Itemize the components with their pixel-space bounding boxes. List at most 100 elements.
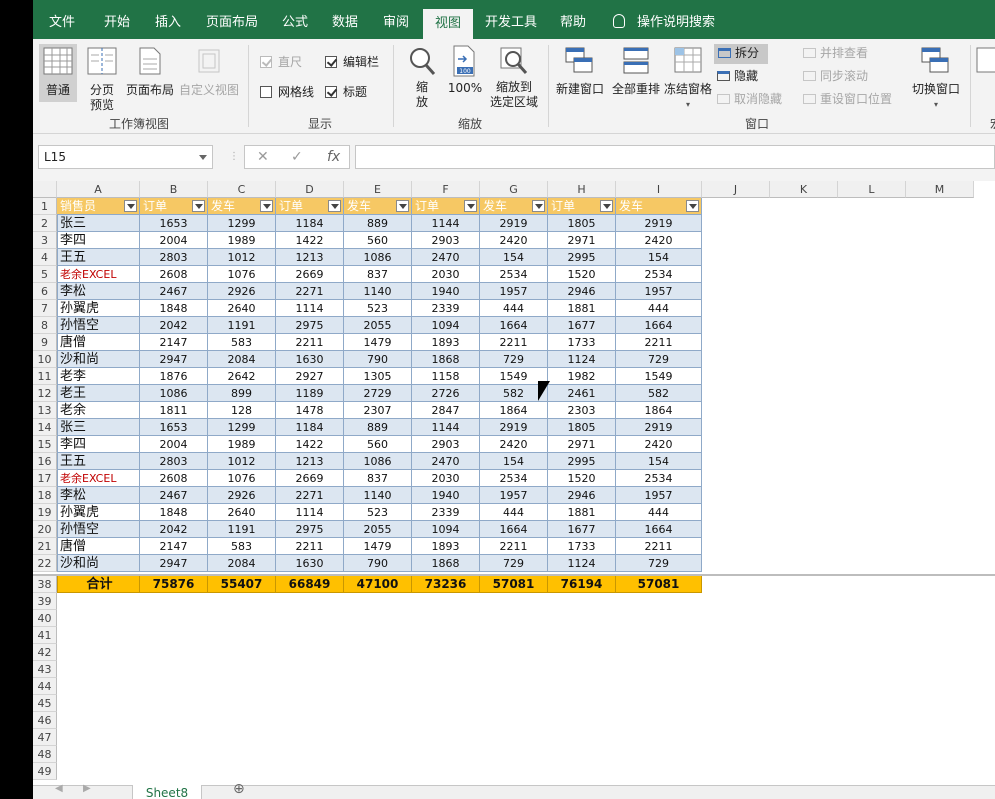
value-cell[interactable]: 444 — [480, 300, 548, 317]
value-cell[interactable]: 729 — [616, 351, 702, 368]
arrange-all-button[interactable]: 全部重排 — [609, 44, 663, 97]
worksheet-grid[interactable]: A B C D E F G H I J K L M 1 销售员 订单 发车 订单 发车 订单 发车 订单 发车 2 张三 1653… — [33, 181, 995, 785]
formula-bar-checkbox[interactable]: 编辑栏 — [325, 53, 379, 70]
value-cell[interactable]: 2211 — [480, 334, 548, 351]
value-cell[interactable]: 2946 — [548, 283, 616, 300]
row-header[interactable]: 14 — [33, 419, 57, 436]
value-cell[interactable]: 2975 — [276, 521, 344, 538]
value-cell[interactable]: 2803 — [140, 453, 208, 470]
value-cell[interactable]: 1876 — [140, 368, 208, 385]
row-header[interactable]: 3 — [33, 232, 57, 249]
value-cell[interactable]: 889 — [344, 215, 412, 232]
salesperson-cell[interactable]: 老余EXCEL — [57, 266, 140, 283]
value-cell[interactable]: 1479 — [344, 538, 412, 555]
value-cell[interactable]: 2608 — [140, 470, 208, 487]
row-header[interactable]: 43 — [33, 661, 57, 678]
value-cell[interactable]: 1012 — [208, 249, 276, 266]
value-cell[interactable]: 2211 — [480, 538, 548, 555]
select-all-corner[interactable] — [33, 181, 57, 198]
value-cell[interactable]: 2420 — [616, 436, 702, 453]
row-header[interactable]: 16 — [33, 453, 57, 470]
value-cell[interactable]: 899 — [208, 385, 276, 402]
value-cell[interactable]: 154 — [480, 249, 548, 266]
value-cell[interactable]: 1124 — [548, 351, 616, 368]
value-cell[interactable]: 2640 — [208, 504, 276, 521]
value-cell[interactable]: 2803 — [140, 249, 208, 266]
value-cell[interactable]: 729 — [616, 555, 702, 572]
value-cell[interactable]: 2729 — [344, 385, 412, 402]
table-header-cell[interactable]: 发车 — [208, 198, 276, 215]
filter-dropdown-icon[interactable] — [600, 200, 613, 212]
tab-page-layout[interactable]: 页面布局 — [206, 0, 258, 39]
value-cell[interactable]: 1957 — [616, 283, 702, 300]
value-cell[interactable]: 1940 — [412, 487, 480, 504]
tab-developer[interactable]: 开发工具 — [485, 0, 537, 39]
value-cell[interactable]: 1989 — [208, 436, 276, 453]
gridlines-checkbox[interactable]: 网格线 — [260, 83, 314, 100]
value-cell[interactable]: 837 — [344, 266, 412, 283]
salesperson-cell[interactable]: 张三 — [57, 215, 140, 232]
salesperson-cell[interactable]: 老余EXCEL — [57, 470, 140, 487]
value-cell[interactable]: 1076 — [208, 470, 276, 487]
value-cell[interactable]: 1848 — [140, 504, 208, 521]
row-header[interactable]: 1 — [33, 198, 57, 215]
value-cell[interactable]: 1864 — [616, 402, 702, 419]
freeze-panes-button[interactable]: 冻结窗格 ▾ — [663, 44, 713, 112]
value-cell[interactable]: 444 — [616, 504, 702, 521]
value-cell[interactable]: 583 — [208, 538, 276, 555]
value-cell[interactable]: 2303 — [548, 402, 616, 419]
value-cell[interactable]: 2420 — [480, 232, 548, 249]
row-header[interactable]: 9 — [33, 334, 57, 351]
value-cell[interactable]: 2642 — [208, 368, 276, 385]
value-cell[interactable]: 1893 — [412, 538, 480, 555]
value-cell[interactable]: 560 — [344, 436, 412, 453]
row-header[interactable]: 40 — [33, 610, 57, 627]
reset-window-position-button[interactable]: 重设窗口位置 — [803, 90, 892, 109]
row-header[interactable]: 4 — [33, 249, 57, 266]
total-value-cell[interactable]: 55407 — [208, 576, 276, 593]
row-header[interactable]: 21 — [33, 538, 57, 555]
value-cell[interactable]: 1881 — [548, 504, 616, 521]
value-cell[interactable]: 2147 — [140, 538, 208, 555]
salesperson-cell[interactable]: 王五 — [57, 249, 140, 266]
value-cell[interactable]: 1868 — [412, 351, 480, 368]
value-cell[interactable]: 1299 — [208, 419, 276, 436]
value-cell[interactable]: 1124 — [548, 555, 616, 572]
value-cell[interactable]: 2926 — [208, 283, 276, 300]
page-break-preview-button[interactable]: 分页 预览 — [83, 44, 121, 113]
value-cell[interactable]: 2919 — [616, 419, 702, 436]
column-header-d[interactable]: D — [276, 181, 344, 198]
value-cell[interactable]: 1848 — [140, 300, 208, 317]
value-cell[interactable]: 2903 — [412, 232, 480, 249]
sheet-tab-sheet8[interactable]: Sheet8 — [132, 785, 202, 799]
column-header-j[interactable]: J — [702, 181, 770, 198]
value-cell[interactable]: 2534 — [480, 266, 548, 283]
value-cell[interactable]: 1881 — [548, 300, 616, 317]
value-cell[interactable]: 154 — [616, 249, 702, 266]
row-header[interactable]: 20 — [33, 521, 57, 538]
value-cell[interactable]: 2211 — [276, 538, 344, 555]
value-cell[interactable]: 1805 — [548, 215, 616, 232]
scroll-left-icon[interactable]: ◀ — [55, 783, 63, 794]
switch-windows-button[interactable]: 切换窗口 ▾ — [909, 44, 963, 112]
value-cell[interactable]: 2030 — [412, 470, 480, 487]
value-cell[interactable]: 790 — [344, 351, 412, 368]
name-box[interactable]: L15 — [38, 145, 213, 169]
value-cell[interactable]: 1086 — [344, 249, 412, 266]
value-cell[interactable]: 1184 — [276, 215, 344, 232]
value-cell[interactable]: 2307 — [344, 402, 412, 419]
value-cell[interactable]: 154 — [480, 453, 548, 470]
value-cell[interactable]: 1864 — [480, 402, 548, 419]
value-cell[interactable]: 1549 — [616, 368, 702, 385]
row-header[interactable]: 7 — [33, 300, 57, 317]
salesperson-cell[interactable]: 老余 — [57, 402, 140, 419]
split-button[interactable]: 拆分 — [714, 44, 768, 64]
value-cell[interactable]: 2004 — [140, 436, 208, 453]
ruler-checkbox[interactable]: 直尺 — [260, 53, 302, 70]
value-cell[interactable]: 1630 — [276, 351, 344, 368]
value-cell[interactable]: 2971 — [548, 436, 616, 453]
value-cell[interactable]: 1213 — [276, 249, 344, 266]
value-cell[interactable]: 582 — [616, 385, 702, 402]
salesperson-cell[interactable]: 孙翼虎 — [57, 300, 140, 317]
row-header[interactable]: 42 — [33, 644, 57, 661]
